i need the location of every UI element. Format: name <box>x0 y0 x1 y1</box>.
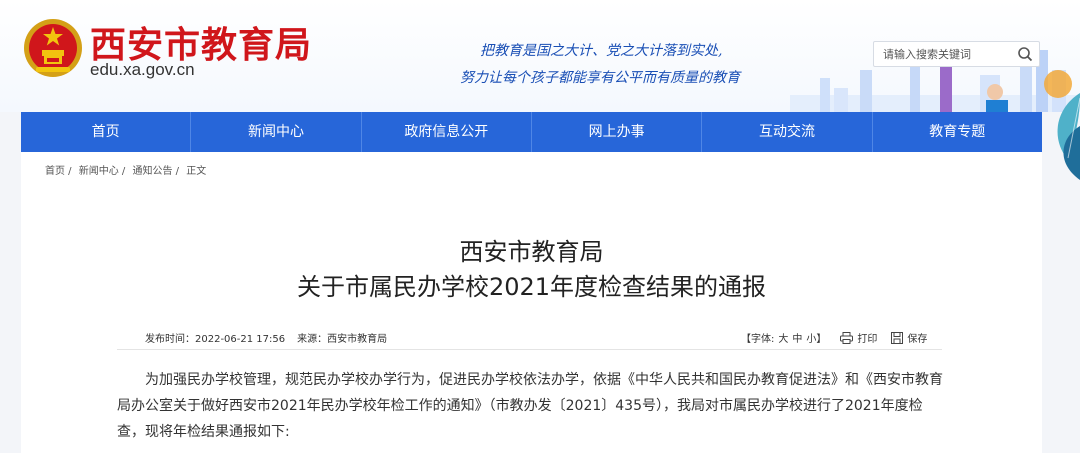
national-emblem-icon <box>24 19 82 77</box>
article-tools: 【字体: 大 中 小】 打印 保存 <box>741 330 927 345</box>
save-label: 保存 <box>907 334 928 345</box>
save-icon <box>891 331 904 344</box>
nav-item-news[interactable]: 新闻中心 <box>190 112 360 152</box>
search-icon[interactable] <box>1017 46 1033 62</box>
main-nav: 首页 新闻中心 政府信息公开 网上办事 互动交流 教育专题 <box>21 112 1042 152</box>
font-size-large-button[interactable]: 大 <box>778 330 788 345</box>
breadcrumb-news[interactable]: 新闻中心 / <box>79 166 126 177</box>
nav-item-education-topics[interactable]: 教育专题 <box>871 112 1042 152</box>
print-button[interactable]: 打印 <box>840 330 877 345</box>
breadcrumb: 首页 / 新闻中心 / 通知公告 / 正文 <box>45 162 210 177</box>
site-header: 西安市教育局 edu.xa.gov.cn 把教育是国之大计、党之大计落到实处, … <box>0 0 1080 112</box>
print-label: 打印 <box>857 334 878 345</box>
search-box <box>873 41 1040 67</box>
font-size-label: 【字体: <box>741 334 775 345</box>
nav-item-gov-info[interactable]: 政府信息公开 <box>360 112 531 152</box>
nav-item-online-services[interactable]: 网上办事 <box>530 112 701 152</box>
font-size-medium-button[interactable]: 中 <box>792 330 802 345</box>
slogan-line-2: 努力让每个孩子都能享有公平而有质量的教育 <box>460 70 740 86</box>
font-size-small-button[interactable]: 小】 <box>806 330 826 345</box>
article-meta: 发布时间：2022-06-21 17:56 来源：西安市教育局 <box>145 330 387 345</box>
article-source: 来源：西安市教育局 <box>297 334 388 345</box>
breadcrumb-notices[interactable]: 通知公告 / <box>133 166 180 177</box>
leaf-decoration <box>1057 93 1080 180</box>
article-body: 为加强民办学校管理，规范民办学校办学行为，促进民办学校依法办学，依据《中华人民共… <box>117 372 943 440</box>
site-domain: edu.xa.gov.cn <box>90 60 195 79</box>
breadcrumb-home[interactable]: 首页 / <box>45 166 72 177</box>
breadcrumb-current: 正文 <box>186 166 207 177</box>
article-title-line-1: 西安市教育局 <box>459 238 604 266</box>
save-button[interactable]: 保存 <box>891 330 927 345</box>
meta-divider <box>117 349 942 350</box>
nav-item-interaction[interactable]: 互动交流 <box>701 112 871 152</box>
printer-icon <box>840 331 854 344</box>
article-container: 首页 / 新闻中心 / 通知公告 / 正文 西安市教育局 关于市属民办学校202… <box>21 152 1042 453</box>
article-title-line-2: 关于市属民办学校2021年度检查结果的通报 <box>296 273 767 301</box>
search-input[interactable] <box>874 42 1014 66</box>
nav-item-home[interactable]: 首页 <box>21 112 190 152</box>
slogan-line-1: 把教育是国之大计、党之大计落到实处, <box>480 43 723 59</box>
publish-time: 发布时间：2022-06-21 17:56 <box>145 334 286 345</box>
